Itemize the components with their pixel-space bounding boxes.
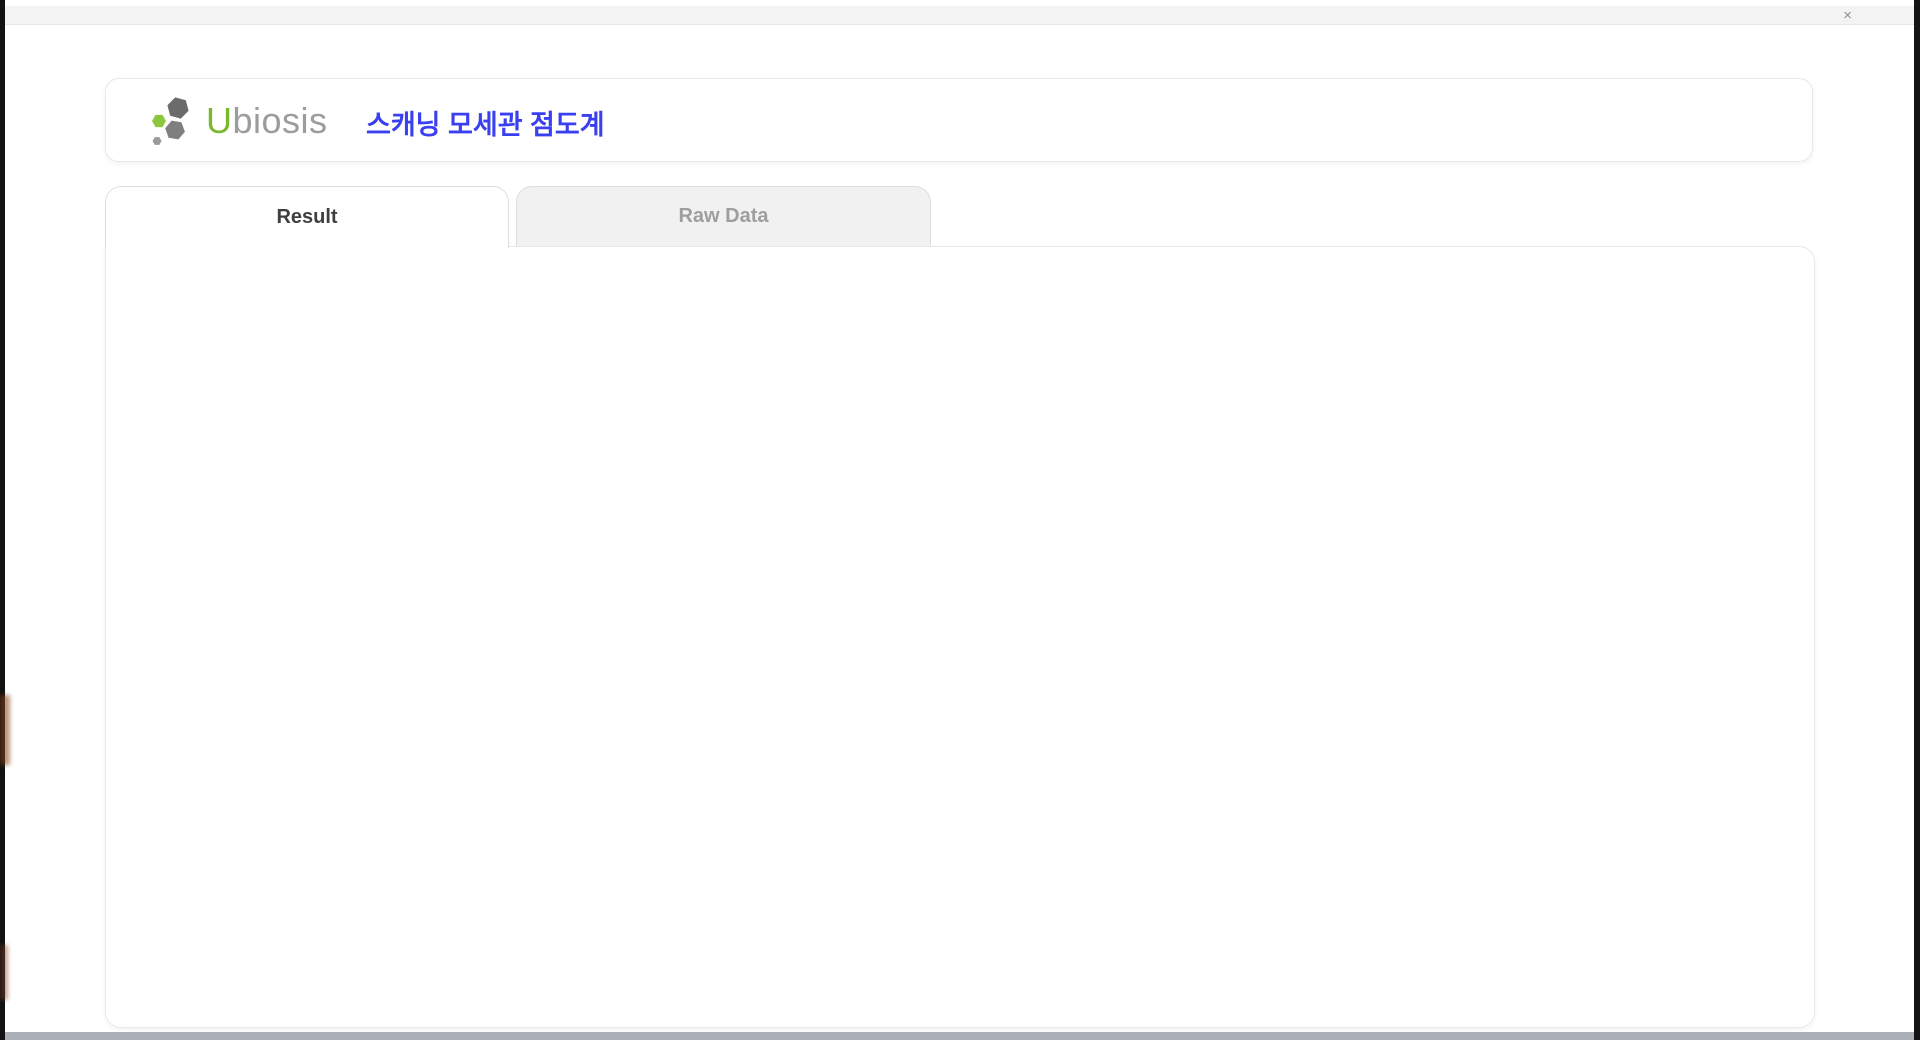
brand-logo: Ubiosis xyxy=(148,95,328,147)
left-edge-strip xyxy=(0,0,5,1040)
background-artifact xyxy=(0,695,10,765)
header-card: Ubiosis 스캐닝 모세관 점도계 xyxy=(105,78,1813,162)
hexagon-cluster-icon xyxy=(152,97,189,145)
result-tab-panel xyxy=(105,246,1815,1028)
taskbar-strip xyxy=(0,1032,1920,1040)
app-window: × Ubiosis 스캐닝 모세관 점도계 Raw Data Result i … xyxy=(0,0,1920,1040)
brand-name-u: U xyxy=(206,100,233,141)
brand-name-rest: biosis xyxy=(232,100,328,141)
close-icon[interactable]: × xyxy=(1843,6,1852,25)
window-titlebar: × xyxy=(5,6,1914,25)
tab-result[interactable]: Result xyxy=(105,186,509,248)
brand-name: Ubiosis xyxy=(206,100,328,142)
tab-raw-data[interactable]: Raw Data xyxy=(516,186,931,246)
device-title: 스캐닝 모세관 점도계 xyxy=(366,110,605,140)
right-edge-strip xyxy=(1914,0,1920,1040)
background-artifact xyxy=(0,945,8,1000)
